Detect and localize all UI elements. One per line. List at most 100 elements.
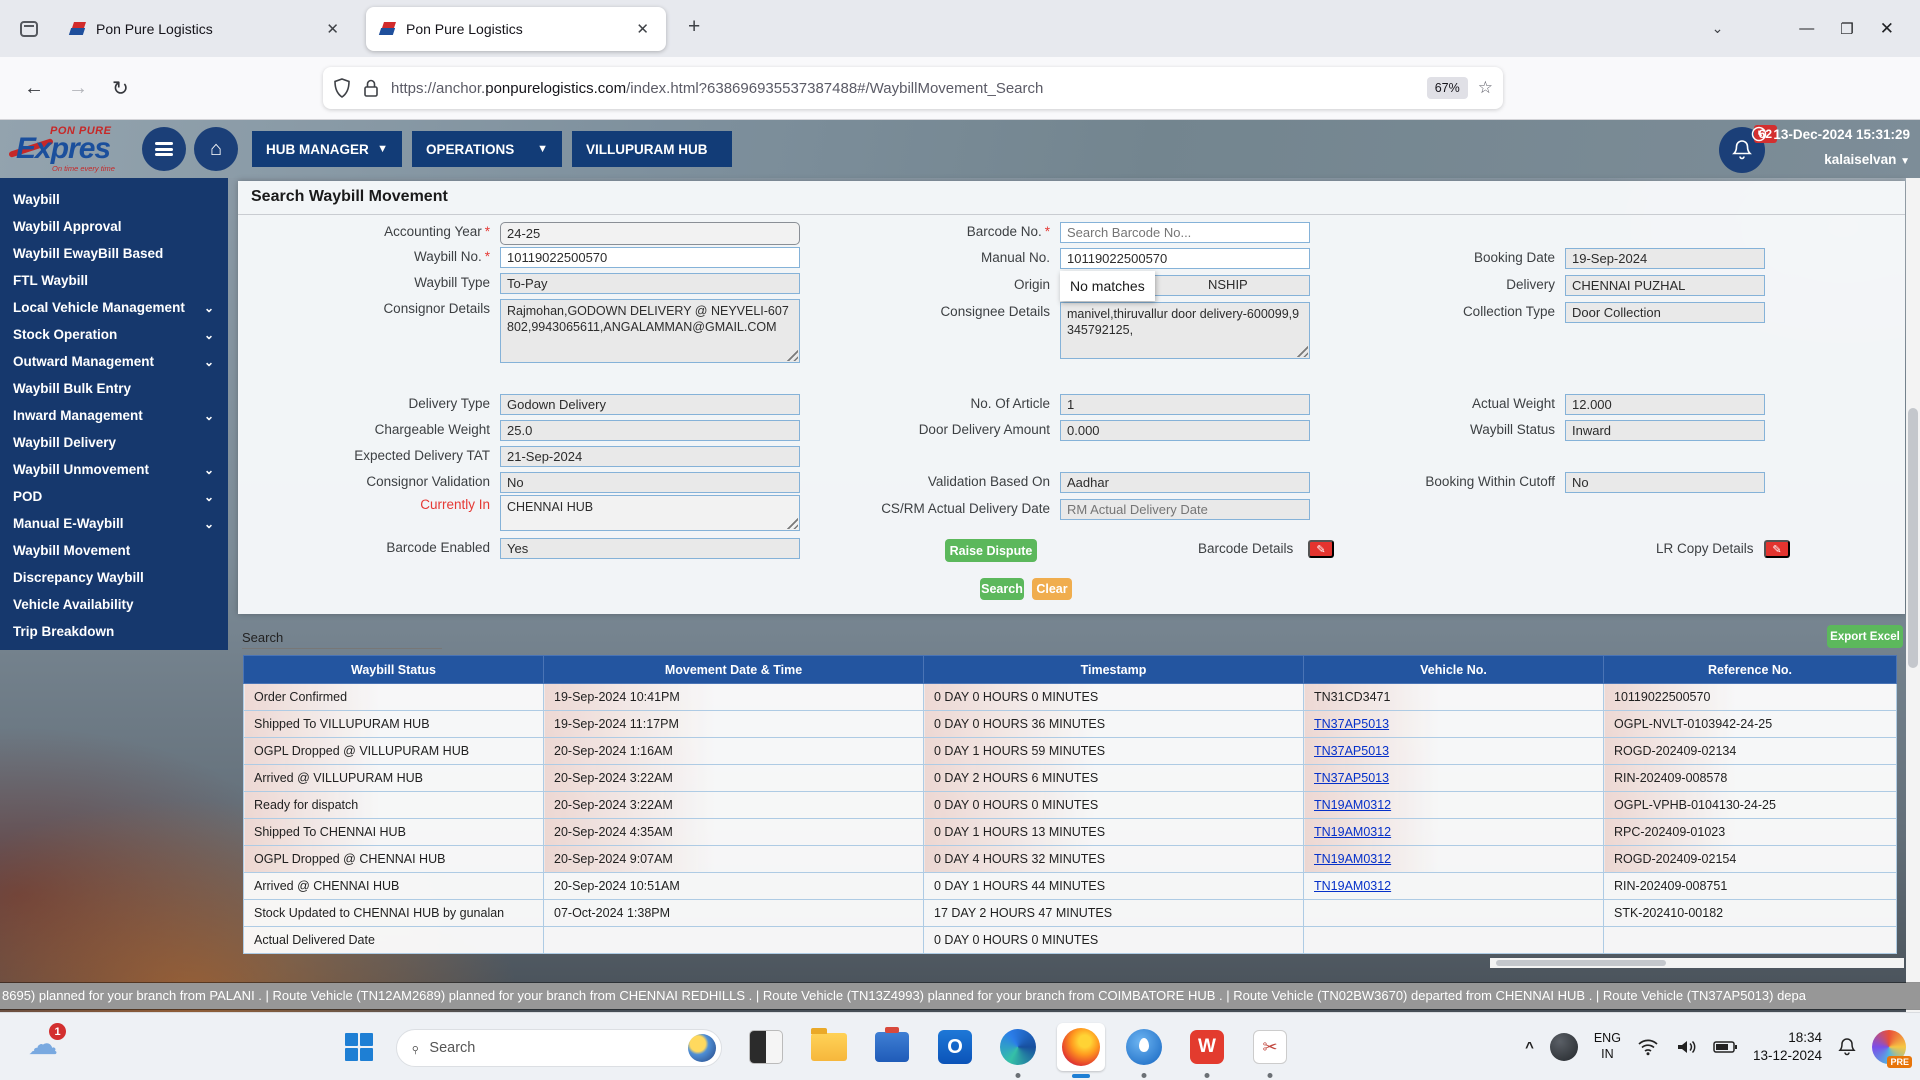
taskbar-app-edge[interactable]: [994, 1023, 1042, 1071]
list-all-tabs-icon[interactable]: ⌄: [1712, 20, 1724, 37]
clear-button[interactable]: Clear: [1032, 578, 1072, 600]
taskbar-clock[interactable]: 18:3413-12-2024: [1753, 1029, 1822, 1064]
tab-close-icon[interactable]: ✕: [631, 18, 654, 40]
currently-in-textarea[interactable]: CHENNAI HUB: [500, 495, 800, 531]
chargeable-weight-field[interactable]: [500, 420, 800, 441]
csrm-actual-delivery-date-field[interactable]: [1060, 499, 1310, 520]
sidebar-item-waybill-unmovement[interactable]: Waybill Unmovement⌄: [0, 456, 228, 483]
page-zoom-badge[interactable]: 67%: [1427, 77, 1468, 99]
ponpure-logo[interactable]: PON PURE Expres On time every time: [8, 123, 133, 175]
waybill-status-field[interactable]: [1565, 420, 1765, 441]
col-reference-no[interactable]: Reference No.: [1604, 656, 1897, 684]
window-restore-button[interactable]: ❐: [1840, 20, 1853, 38]
sidebar-item-ftl-waybill[interactable]: FTL Waybill: [0, 267, 228, 294]
taskbar-app-outlook[interactable]: O: [931, 1023, 979, 1071]
widgets-weather-icon[interactable]: ☁1: [28, 1027, 68, 1067]
booking-date-field[interactable]: [1565, 248, 1765, 269]
window-close-button[interactable]: ✕: [1880, 19, 1894, 39]
sidebar-item-trip-breakdown[interactable]: Trip Breakdown: [0, 618, 228, 645]
expected-delivery-tat-field[interactable]: [500, 446, 800, 467]
language-indicator[interactable]: ENGIN: [1594, 1031, 1621, 1062]
collection-type-field[interactable]: [1565, 302, 1765, 323]
barcode-enabled-field[interactable]: [500, 538, 800, 559]
vehicle-link[interactable]: TN37AP5013: [1314, 744, 1389, 758]
delivery-field[interactable]: [1565, 275, 1765, 296]
taskbar-app-pre[interactable]: PRE: [1872, 1030, 1906, 1064]
consignor-validation-field[interactable]: [500, 472, 800, 493]
sidebar-item-discrepancy-waybill[interactable]: Discrepancy Waybill: [0, 564, 228, 591]
vehicle-link[interactable]: TN19AM0312: [1314, 798, 1391, 812]
col-waybill-status[interactable]: Waybill Status: [244, 656, 544, 684]
reload-icon[interactable]: ↻: [112, 76, 129, 101]
back-icon[interactable]: ←: [24, 77, 44, 100]
consignee-details-textarea[interactable]: manivel,thiruvallur door delivery-600099…: [1060, 302, 1310, 359]
tray-app-icon[interactable]: [1550, 1033, 1578, 1061]
start-button[interactable]: [345, 1033, 373, 1061]
raise-dispute-button[interactable]: Raise Dispute: [945, 539, 1037, 562]
vertical-scrollbar[interactable]: [1906, 178, 1920, 1012]
table-search[interactable]: Search: [242, 630, 442, 649]
export-excel-button[interactable]: Export Excel: [1827, 625, 1903, 648]
taskbar-app-file-explorer[interactable]: [805, 1023, 853, 1071]
waybill-type-field[interactable]: [500, 273, 800, 294]
taskbar-app-wps[interactable]: W: [1183, 1023, 1231, 1071]
validation-based-on-field[interactable]: [1060, 472, 1310, 493]
scrollbar-thumb[interactable]: [1496, 960, 1666, 966]
tray-overflow-chevron[interactable]: ^: [1525, 1039, 1534, 1056]
module-dropdown[interactable]: OPERATIONS▼: [412, 131, 562, 167]
user-menu[interactable]: kalaiselvan ▼: [1824, 152, 1910, 167]
sidebar-item-waybill-delivery[interactable]: Waybill Delivery: [0, 429, 228, 456]
sidebar-item-stock-operation[interactable]: Stock Operation⌄: [0, 321, 228, 348]
forward-icon[interactable]: →: [68, 77, 88, 100]
sidebar-item-pod[interactable]: POD⌄: [0, 483, 228, 510]
taskbar-app-firefox[interactable]: [1057, 1023, 1105, 1071]
volume-icon[interactable]: [1675, 1038, 1697, 1056]
col-movement-datetime[interactable]: Movement Date & Time: [544, 656, 924, 684]
sidebar-item-waybill-approval[interactable]: Waybill Approval: [0, 213, 228, 240]
accounting-year-field[interactable]: [500, 222, 800, 245]
booking-within-cutoff-field[interactable]: [1565, 472, 1765, 493]
sidebar-item-outward-management[interactable]: Outward Management⌄: [0, 348, 228, 375]
scrollbar-thumb[interactable]: [1908, 408, 1918, 668]
sidebar-item-waybill-ewaybill-based[interactable]: Waybill EwayBill Based: [0, 240, 228, 267]
taskbar-app-snipping-tool[interactable]: ✂: [1246, 1023, 1294, 1071]
tray-bell-icon[interactable]: [1838, 1037, 1856, 1057]
actual-weight-field[interactable]: [1565, 394, 1765, 415]
window-minimize-button[interactable]: —: [1799, 20, 1814, 37]
browser-tab-1[interactable]: Pon Pure Logistics ✕: [56, 7, 356, 51]
home-button[interactable]: ⌂: [194, 127, 238, 171]
lock-icon[interactable]: [363, 78, 379, 98]
lr-copy-details-edit-button[interactable]: ✎: [1764, 540, 1790, 558]
wifi-icon[interactable]: [1637, 1038, 1659, 1056]
col-timestamp[interactable]: Timestamp: [924, 656, 1304, 684]
delivery-type-field[interactable]: [500, 394, 800, 415]
table-search-input[interactable]: [242, 648, 442, 649]
sidebar-item-vehicle-availability[interactable]: Vehicle Availability: [0, 591, 228, 618]
taskbar-app-sticky-notes[interactable]: [742, 1023, 790, 1071]
firefox-view-icon[interactable]: [12, 12, 46, 46]
barcode-no-field[interactable]: [1060, 222, 1310, 243]
sidebar-item-waybill-bulk-entry[interactable]: Waybill Bulk Entry: [0, 375, 228, 402]
browser-tab-2-active[interactable]: Pon Pure Logistics ✕: [366, 7, 666, 51]
sidebar-item-manual-e-waybill[interactable]: Manual E-Waybill⌄: [0, 510, 228, 537]
battery-icon[interactable]: [1713, 1040, 1737, 1054]
door-delivery-amount-field[interactable]: [1060, 420, 1310, 441]
taskbar-app-store[interactable]: [868, 1023, 916, 1071]
role-dropdown[interactable]: HUB MANAGER▼: [252, 131, 402, 167]
taskbar-search[interactable]: ⌕ Search: [396, 1029, 722, 1067]
no-of-article-field[interactable]: [1060, 394, 1310, 415]
vehicle-link[interactable]: TN19AM0312: [1314, 879, 1391, 893]
barcode-details-edit-button[interactable]: ✎: [1308, 540, 1334, 558]
menu-toggle-button[interactable]: [142, 127, 186, 171]
sidebar-item-waybill[interactable]: Waybill: [0, 186, 228, 213]
col-vehicle-no[interactable]: Vehicle No.: [1304, 656, 1604, 684]
sidebar-item-inward-management[interactable]: Inward Management⌄: [0, 402, 228, 429]
sidebar-item-local-vehicle-management[interactable]: Local Vehicle Management⌄: [0, 294, 228, 321]
vehicle-link[interactable]: TN19AM0312: [1314, 852, 1391, 866]
vehicle-link[interactable]: TN37AP5013: [1314, 717, 1389, 731]
waybill-no-field[interactable]: [500, 247, 800, 268]
vehicle-link[interactable]: TN37AP5013: [1314, 771, 1389, 785]
manual-no-field[interactable]: [1060, 248, 1310, 269]
search-button[interactable]: Search: [980, 578, 1024, 600]
shield-icon[interactable]: [333, 78, 351, 98]
